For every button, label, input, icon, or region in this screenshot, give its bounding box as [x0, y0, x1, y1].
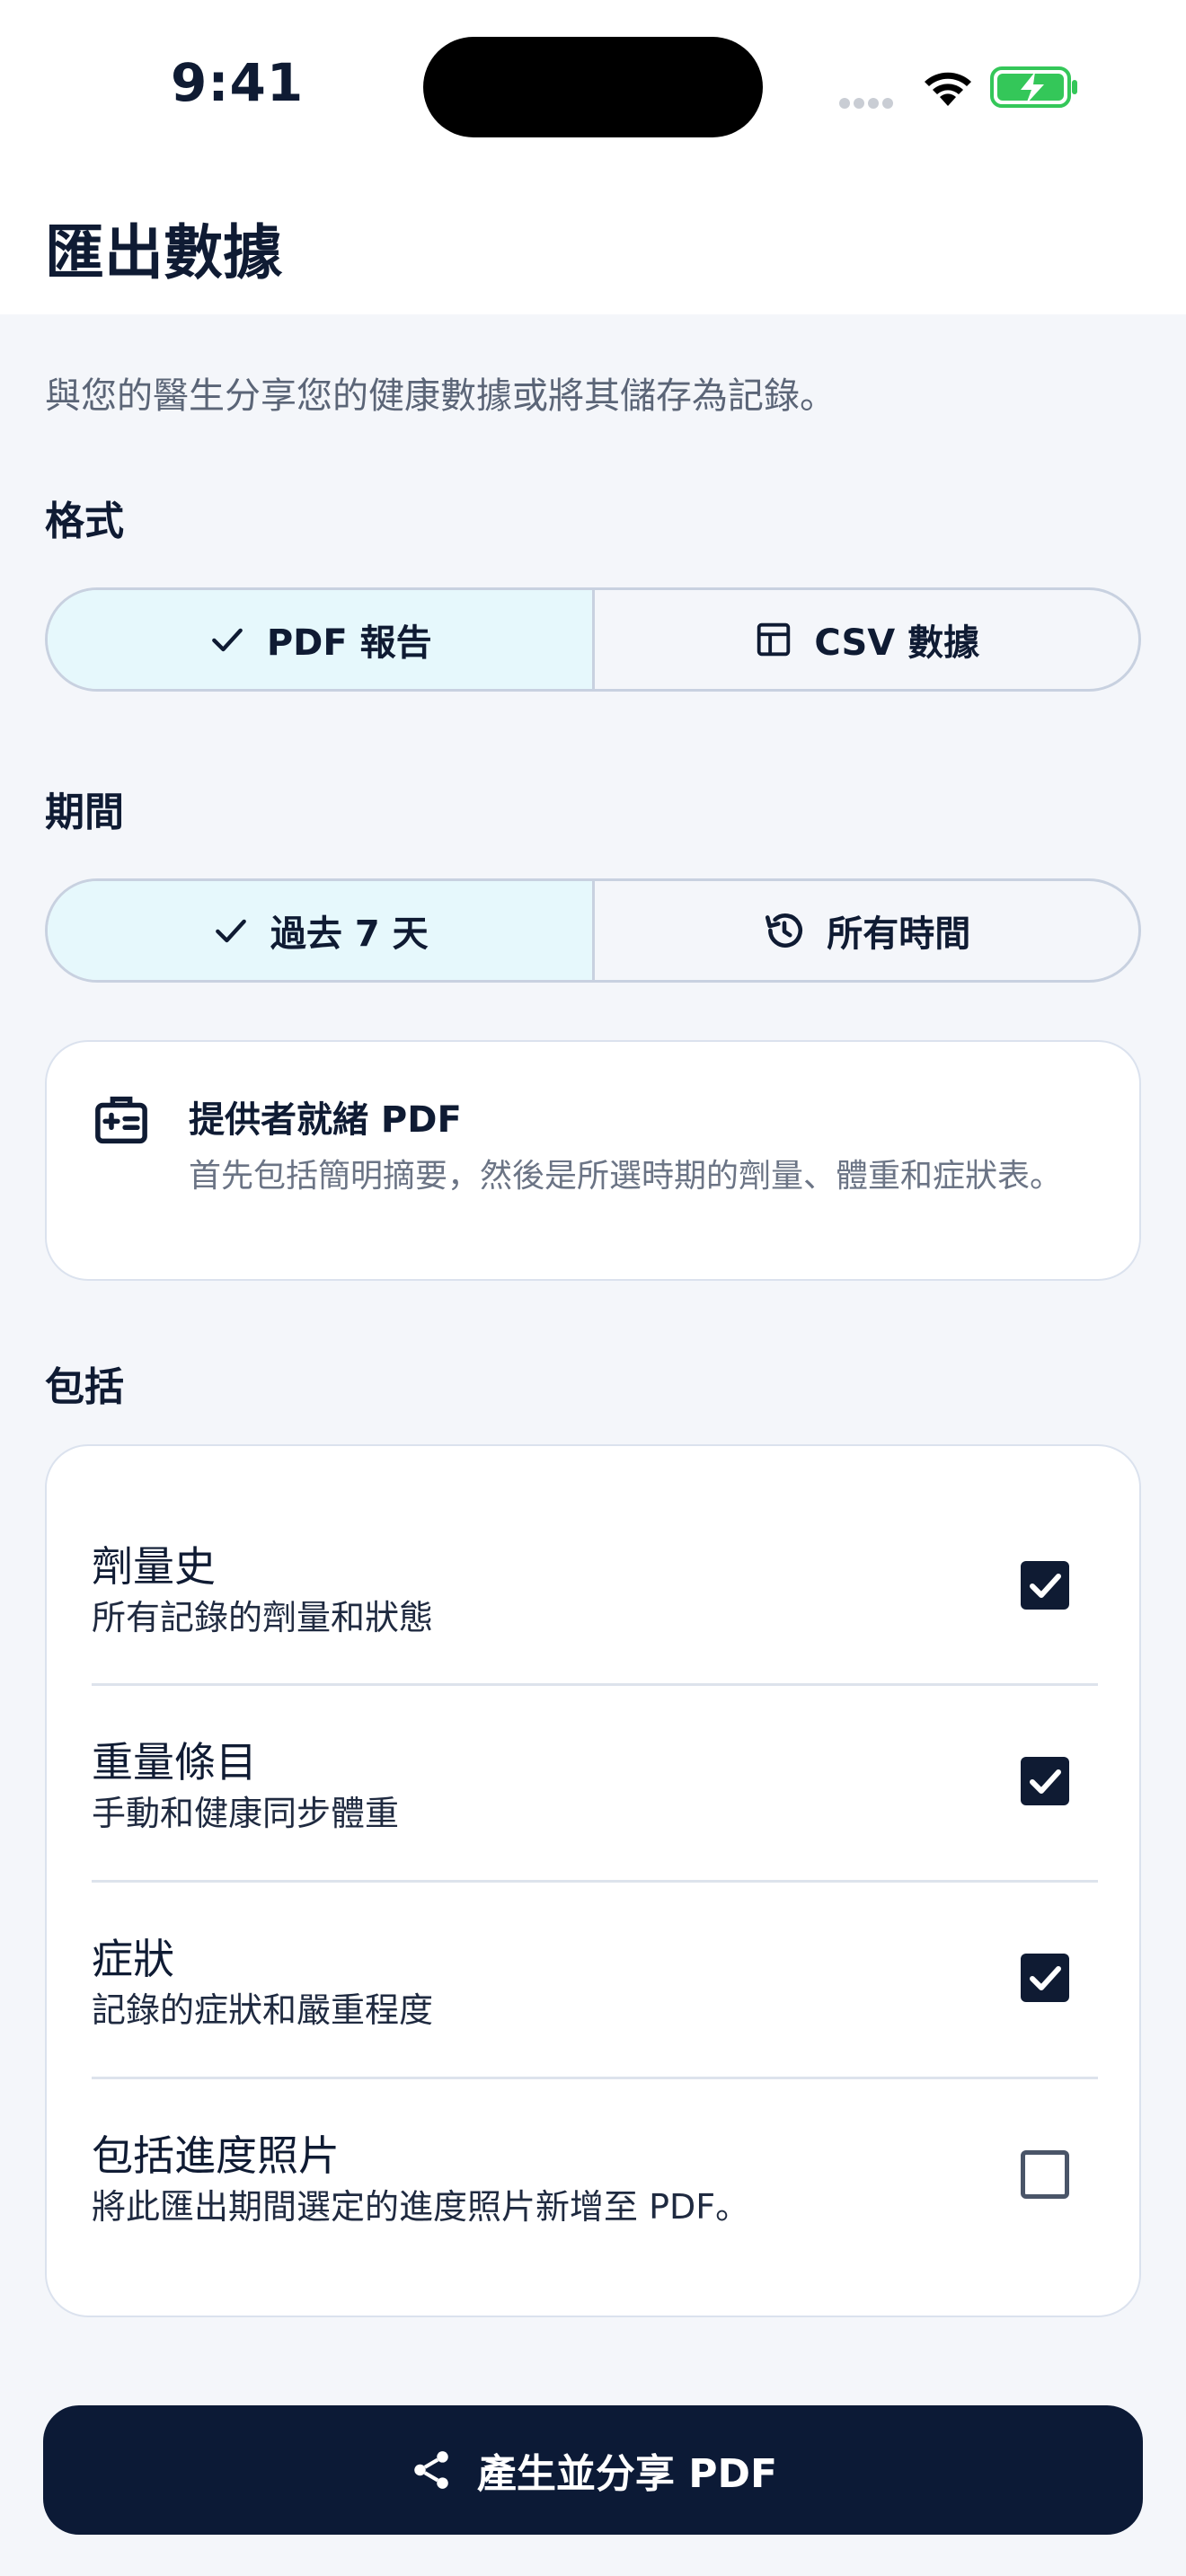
generate-share-pdf-label: 產生並分享 PDF — [476, 2451, 778, 2497]
history-icon — [766, 913, 803, 948]
share-icon — [414, 2451, 448, 2489]
include-section-label: 包括 — [45, 1364, 124, 1410]
status-bar: 9:41 — [0, 0, 1186, 171]
status-time: 9:41 — [171, 52, 305, 113]
include-item-subtitle: 記錄的症狀和嚴重程度 — [92, 1990, 434, 2030]
checkbox-checked-icon[interactable] — [1021, 1757, 1069, 1805]
include-item-weight-entries[interactable]: 重量條目 手動和健康同步體重 — [92, 1642, 1098, 1838]
include-item-title: 重量條目 — [92, 1738, 257, 1786]
check-icon — [211, 628, 243, 652]
table-icon — [757, 622, 791, 657]
wifi-icon — [925, 72, 971, 106]
period-segmented-control: 過去 7 天 所有時間 — [45, 878, 1141, 983]
info-card-description: 首先包括簡明摘要，然後是所選時期的劑量、體重和症狀表。 — [189, 1158, 1063, 1195]
include-options-card: 劑量史 所有記錄的劑量和狀態 重量條目 手動和健康同步體重 症狀 記錄的症狀和嚴… — [45, 1444, 1141, 2317]
period-option-label: 過去 7 天 — [270, 913, 429, 955]
cellular-signal-icon — [839, 95, 897, 112]
info-card-title: 提供者就緒 PDF — [189, 1099, 462, 1141]
format-segmented-control: PDF 報告 CSV 數據 — [45, 587, 1141, 692]
include-item-subtitle: 手動和健康同步體重 — [92, 1794, 400, 1833]
intro-text: 與您的醫生分享您的健康數據或將其儲存為記錄。 — [45, 375, 836, 417]
provider-ready-info-card: 提供者就緒 PDF 首先包括簡明摘要，然後是所選時期的劑量、體重和症狀表。 — [45, 1040, 1141, 1281]
include-item-title: 症狀 — [92, 1935, 174, 1983]
format-option-pdf[interactable]: PDF 報告 — [48, 590, 592, 689]
checkbox-checked-icon[interactable] — [1021, 1954, 1069, 2002]
format-option-label: CSV 數據 — [814, 622, 980, 664]
generate-share-pdf-button[interactable]: 產生並分享 PDF — [43, 2405, 1143, 2535]
period-option-label: 所有時間 — [827, 913, 971, 955]
checkbox-unchecked-icon[interactable] — [1021, 2150, 1069, 2199]
checkbox-checked-icon[interactable] — [1021, 1561, 1069, 1610]
period-option-all-time[interactable]: 所有時間 — [591, 881, 1139, 980]
dynamic-island — [423, 37, 763, 137]
include-item-symptoms[interactable]: 症狀 記錄的症狀和嚴重程度 — [92, 1839, 1098, 2034]
medical-id-icon — [95, 1096, 147, 1144]
include-item-progress-photos[interactable]: 包括進度照片 將此匯出期間選定的進度照片新增至 PDF。 — [92, 2035, 1098, 2231]
period-section-label: 期間 — [45, 790, 124, 835]
period-option-7-days[interactable]: 過去 7 天 — [48, 881, 592, 980]
check-icon — [216, 919, 246, 943]
format-section-label: 格式 — [45, 498, 124, 544]
include-item-title: 包括進度照片 — [92, 2131, 340, 2180]
include-item-subtitle: 所有記錄的劑量和狀態 — [92, 1598, 434, 1637]
format-option-csv[interactable]: CSV 數據 — [591, 590, 1139, 689]
include-item-dose-history[interactable]: 劑量史 所有記錄的劑量和狀態 — [92, 1446, 1098, 1642]
format-option-label: PDF 報告 — [266, 622, 432, 664]
status-icons — [839, 63, 1082, 110]
include-item-title: 劑量史 — [92, 1542, 216, 1591]
page-title: 匯出數據 — [45, 218, 282, 287]
include-item-subtitle: 將此匯出期間選定的進度照片新增至 PDF。 — [92, 2187, 750, 2227]
battery-icon — [990, 66, 1077, 108]
